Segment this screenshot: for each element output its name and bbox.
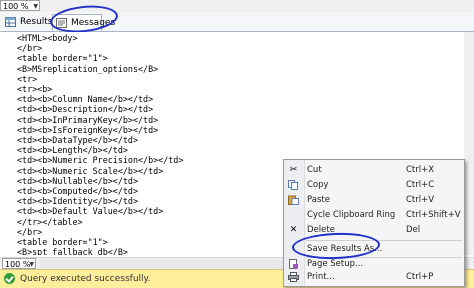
message-line: <table border="1"> bbox=[17, 237, 108, 247]
tab-messages-label: Messages bbox=[71, 18, 116, 28]
menu-item-copy[interactable]: Copy Ctrl+C bbox=[284, 178, 464, 192]
menu-item-label: Delete bbox=[307, 225, 335, 235]
chevron-down-icon: ▼ bbox=[33, 3, 38, 10]
message-line: <tr> bbox=[17, 73, 38, 84]
message-line: <tr><b> bbox=[17, 84, 53, 94]
menu-item-shortcut: Ctrl+V bbox=[406, 195, 435, 205]
message-line: </br> bbox=[17, 226, 43, 237]
menu-item-label: Copy bbox=[307, 180, 329, 190]
results-tab-bar: Results Messages bbox=[0, 12, 474, 32]
message-line: <td><b>Default Value</b></td> bbox=[17, 206, 164, 217]
top-zoom-value: 100 % bbox=[3, 2, 29, 11]
message-line: </tr></table> bbox=[17, 216, 83, 227]
bottom-zoom-value: 100 % bbox=[5, 260, 31, 269]
message-line: <HTML><body> bbox=[17, 33, 78, 43]
paste-icon bbox=[288, 195, 299, 205]
message-line: <td><b>DataType</b></td> bbox=[17, 135, 139, 145]
context-menu: ✂ Cut Ctrl+X Copy Ctrl+C Paste Ctrl+V Cy… bbox=[283, 159, 465, 287]
bottom-zoom-dropdown[interactable]: 100 % ▼ bbox=[2, 258, 36, 269]
menu-item-shortcut: Ctrl+X bbox=[406, 165, 435, 175]
menu-item-print[interactable]: Print... Ctrl+P bbox=[284, 270, 464, 284]
message-line: <B>MSreplication_options</B> bbox=[17, 63, 159, 74]
message-line: <B>spt_fallback_db</B> bbox=[17, 247, 128, 255]
top-zoom-dropdown[interactable]: 100 % ▼ bbox=[0, 0, 40, 11]
message-line: <td><b>IsForeignKey</b></td> bbox=[17, 124, 159, 135]
menu-item-paste[interactable]: Paste Ctrl+V bbox=[284, 193, 464, 207]
copy-icon bbox=[288, 180, 298, 190]
menu-item-label: Save Results As... bbox=[307, 244, 383, 254]
message-line: <td><b>Description</b></td> bbox=[17, 104, 154, 115]
message-line: <td><b>Identity</b></td> bbox=[17, 196, 139, 207]
tab-results[interactable]: Results bbox=[2, 14, 53, 30]
printer-icon bbox=[288, 272, 299, 282]
messages-icon bbox=[56, 18, 67, 28]
menu-item-label: Print... bbox=[307, 272, 335, 282]
status-text: Query executed successfully. bbox=[20, 274, 151, 284]
scissors-icon: ✂ bbox=[289, 165, 298, 175]
delete-x-icon: ✕ bbox=[289, 225, 298, 235]
menu-separator bbox=[306, 240, 462, 241]
grid-icon bbox=[5, 17, 16, 27]
message-line: <td><b>Length</b></td> bbox=[17, 145, 128, 156]
tab-results-label: Results bbox=[20, 17, 53, 27]
menu-item-label: Paste bbox=[307, 195, 330, 205]
message-line: <td><b>InPrimaryKey</b></td> bbox=[17, 114, 159, 125]
menu-item-shortcut: Ctrl+P bbox=[406, 272, 434, 282]
message-line: <td><b>Numeric Precision</b></td> bbox=[17, 155, 184, 166]
menu-item-label: Page Setup... bbox=[307, 259, 364, 269]
menu-item-label: Cycle Clipboard Ring bbox=[307, 210, 396, 220]
tab-messages[interactable]: Messages bbox=[52, 14, 115, 31]
menu-item-page-setup[interactable]: Page Setup... bbox=[284, 257, 464, 271]
vertical-scrollbar[interactable] bbox=[464, 32, 474, 255]
menu-item-shortcut: Ctrl+C bbox=[406, 180, 435, 190]
message-line: <td><b>Computed</b></td> bbox=[17, 186, 139, 196]
menu-item-shortcut: Ctrl+Shift+V bbox=[406, 210, 461, 220]
menu-item-cycle-clipboard-ring[interactable]: Cycle Clipboard Ring Ctrl+Shift+V bbox=[284, 208, 464, 222]
menu-item-cut[interactable]: ✂ Cut Ctrl+X bbox=[284, 163, 464, 177]
page-setup-icon bbox=[289, 259, 298, 269]
message-line: <table border="1"> bbox=[17, 53, 108, 64]
message-line: <td><b>Nullable</b></td> bbox=[17, 175, 139, 186]
menu-item-shortcut: Del bbox=[406, 225, 421, 235]
menu-item-label: Cut bbox=[307, 165, 322, 175]
message-line: <td><b>Numeric Scale</b></td> bbox=[17, 165, 164, 176]
message-line: </br> bbox=[17, 43, 43, 54]
success-check-icon bbox=[4, 273, 15, 284]
menu-item-save-results-as[interactable]: Save Results As... bbox=[284, 242, 464, 256]
menu-item-delete[interactable]: ✕ Delete Del bbox=[284, 223, 464, 237]
message-line: <td><b>Column Name</b></td> bbox=[17, 94, 154, 105]
